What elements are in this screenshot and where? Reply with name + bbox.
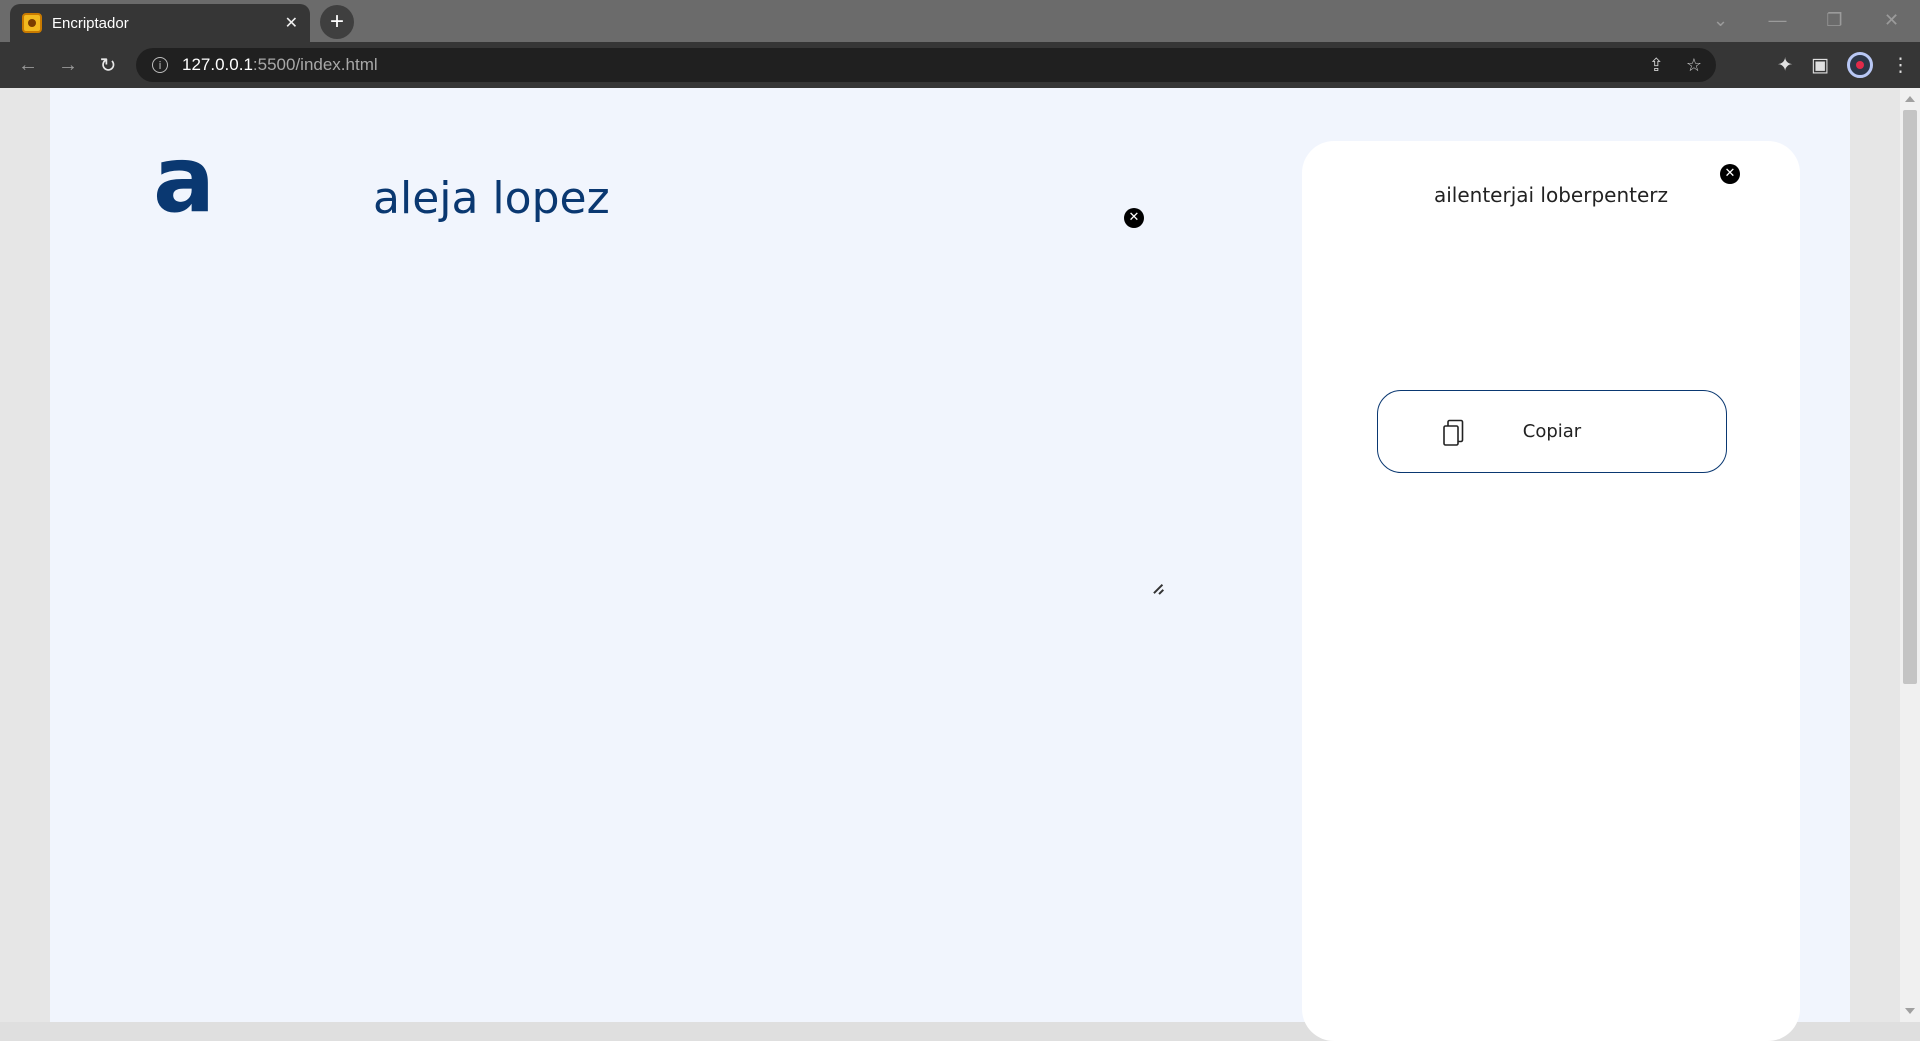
logo: a (153, 126, 216, 233)
clear-output-icon[interactable]: ✕ (1720, 164, 1740, 184)
tab-close-icon[interactable]: ✕ (285, 13, 298, 33)
copy-button-label: Copiar (1522, 421, 1582, 442)
tab-search-icon[interactable]: ⌄ (1692, 10, 1749, 31)
page-viewport: a aleja lopez ✕ ✕ ailenterjai loberpente… (0, 88, 1920, 1041)
scroll-thumb[interactable] (1903, 110, 1917, 684)
profile-avatar-icon[interactable] (1847, 52, 1873, 78)
extension-area: ✦ ▣ ⋮ (1777, 42, 1910, 88)
browser-tabstrip: Encriptador ✕ + ⌄ — ❐ ✕ (0, 0, 1920, 42)
site-info-icon[interactable]: i (152, 57, 168, 73)
address-bar[interactable]: i 127.0.0.1 :5500/index.html ⇪ ☆ (136, 48, 1716, 82)
window-close-icon[interactable]: ✕ (1863, 10, 1920, 31)
encrypt-textarea[interactable]: aleja lopez (373, 173, 610, 224)
back-icon[interactable]: ← (8, 45, 48, 85)
page-body: a aleja lopez ✕ ✕ ailenterjai loberpente… (50, 88, 1850, 1041)
forward-icon[interactable]: → (48, 45, 88, 85)
bookmark-star-icon[interactable]: ☆ (1686, 55, 1702, 76)
browser-tab[interactable]: Encriptador ✕ (10, 4, 310, 42)
tab-title: Encriptador (52, 14, 129, 32)
output-card: ✕ ailenterjai loberpenterz Copiar (1302, 141, 1800, 1041)
extensions-puzzle-icon[interactable]: ✦ (1777, 54, 1793, 77)
favicon-icon (22, 13, 42, 33)
url-host: 127.0.0.1 (182, 55, 253, 74)
window-controls: ⌄ — ❐ ✕ (1692, 0, 1920, 40)
side-panel-icon[interactable]: ▣ (1811, 54, 1829, 77)
browser-toolbar: ← → ↻ i 127.0.0.1 :5500/index.html ⇪ ☆ ✦… (0, 42, 1920, 88)
url-path: :5500/index.html (252, 55, 378, 74)
new-tab-button[interactable]: + (320, 5, 354, 39)
output-text: ailenterjai loberpenterz (1433, 183, 1668, 207)
restore-icon[interactable]: ❐ (1806, 10, 1863, 31)
reload-icon[interactable]: ↻ (88, 45, 128, 85)
copy-icon (1443, 419, 1464, 446)
page-scrollbar[interactable] (1900, 88, 1920, 1022)
share-icon[interactable]: ⇪ (1649, 55, 1664, 76)
scroll-up-arrow-icon[interactable] (1905, 96, 1915, 102)
clear-input-icon[interactable]: ✕ (1124, 208, 1144, 228)
minimize-icon[interactable]: — (1749, 10, 1806, 31)
menu-kebab-icon[interactable]: ⋮ (1891, 54, 1910, 77)
textarea-resize-handle[interactable] (1152, 583, 1164, 595)
copy-button[interactable]: Copiar (1377, 390, 1727, 473)
scroll-down-arrow-icon[interactable] (1905, 1008, 1915, 1014)
